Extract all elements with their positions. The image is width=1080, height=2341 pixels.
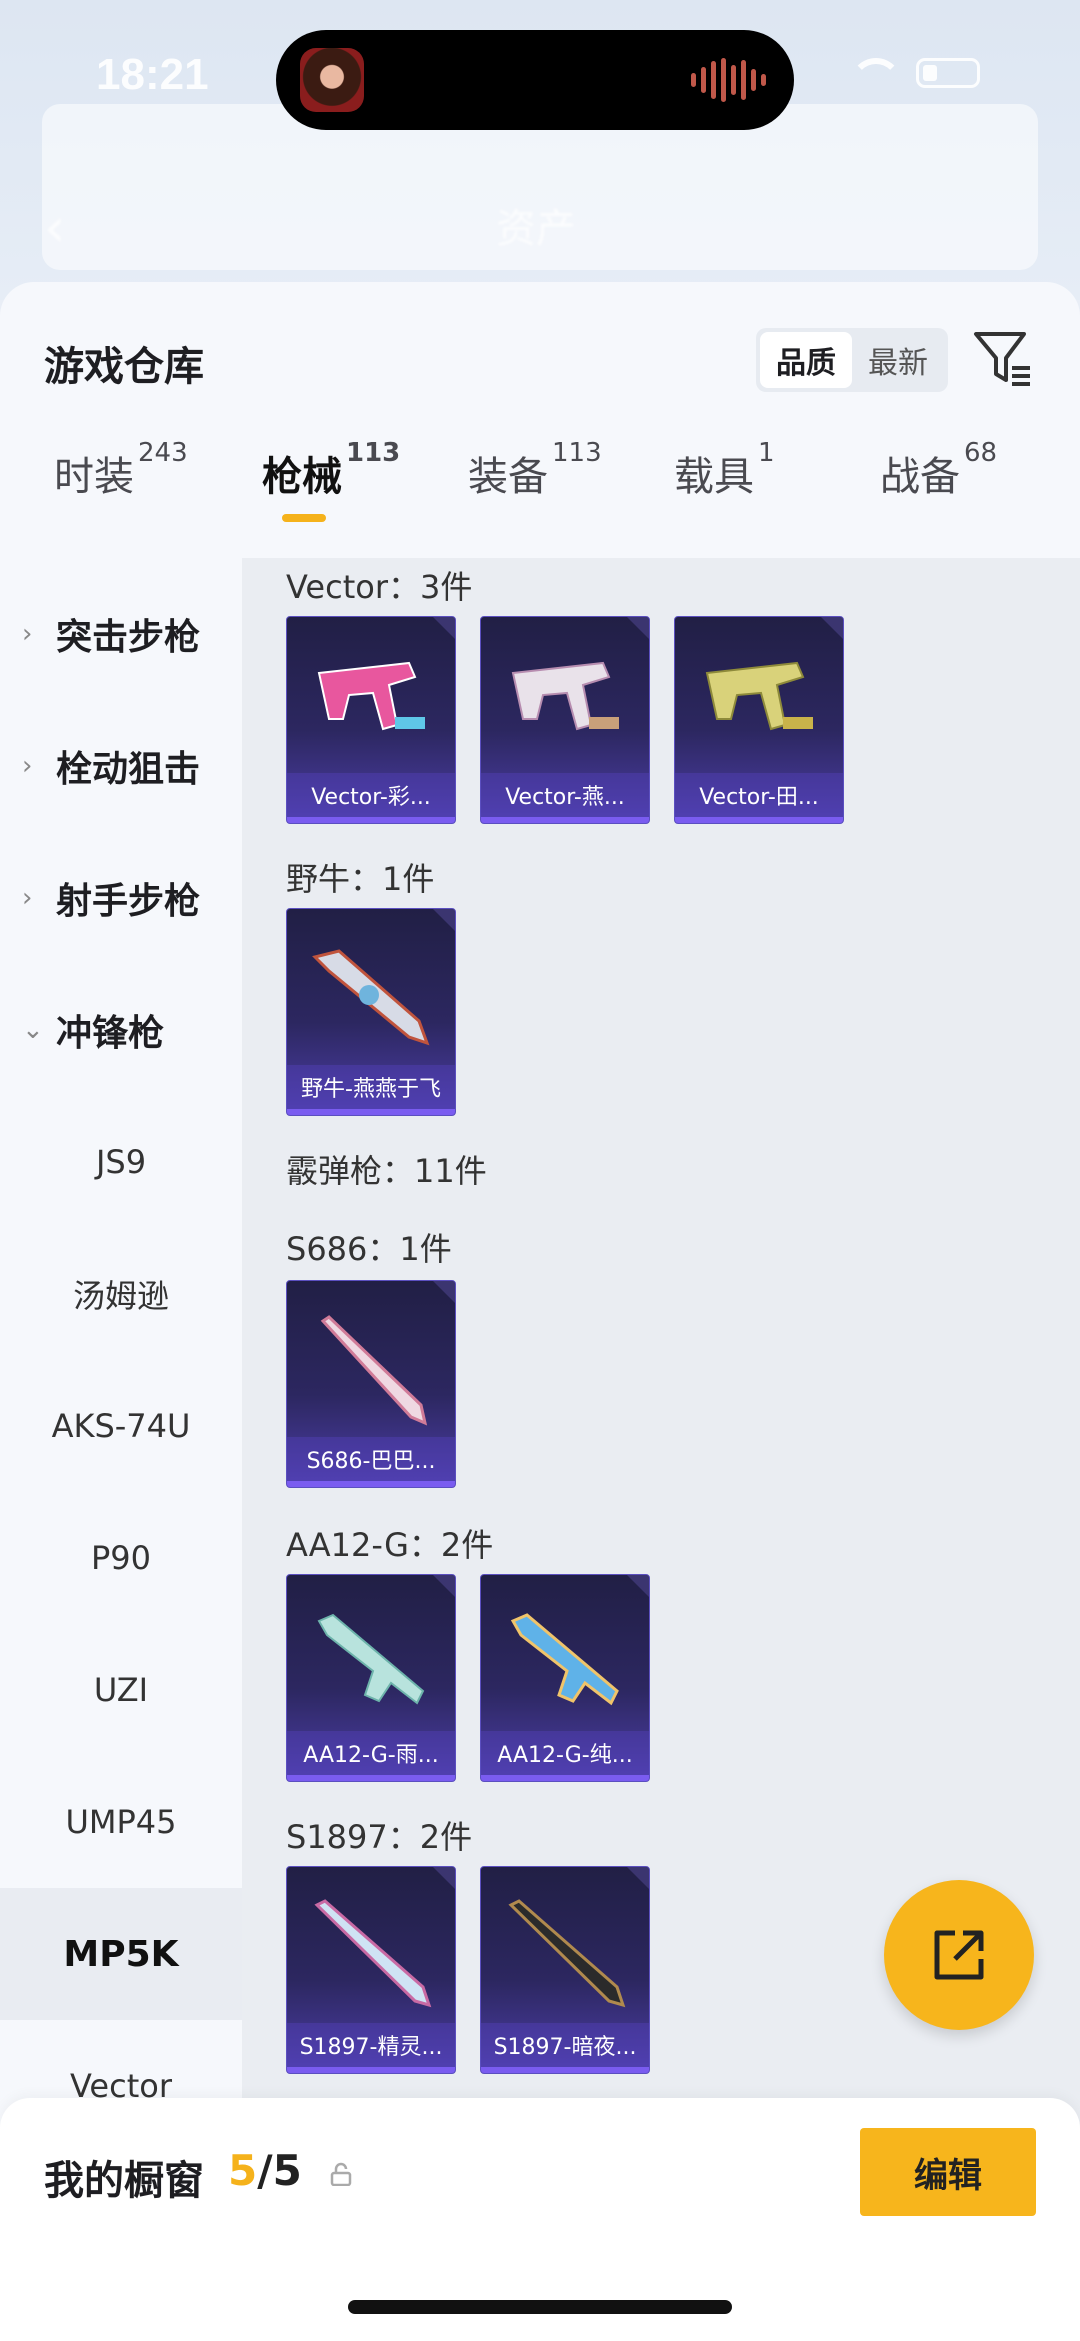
status-time: 18:21: [96, 50, 209, 99]
smg-skin-icon: [312, 949, 430, 1046]
sort-toggle: 品质 最新: [756, 328, 948, 392]
nav-marksman-rifle[interactable]: › 射手步枪: [0, 832, 242, 964]
skin-card[interactable]: AA12-G-纯...: [480, 1574, 650, 1782]
sort-quality[interactable]: 品质: [760, 332, 852, 388]
chevron-right-icon: ›: [22, 619, 33, 649]
nav-thompson[interactable]: 汤姆逊: [0, 1228, 242, 1360]
share-button[interactable]: [884, 1880, 1034, 2030]
home-indicator[interactable]: [348, 2300, 732, 2314]
chevron-right-icon: ›: [22, 751, 33, 781]
status-icons: [850, 58, 980, 88]
sort-latest[interactable]: 最新: [852, 332, 944, 388]
nav-ump45[interactable]: UMP45: [0, 1756, 242, 1888]
skin-card[interactable]: 野牛-燕燕于飞: [286, 908, 456, 1116]
tab-combat-gear[interactable]: 战备68: [880, 438, 997, 502]
tab-equipment[interactable]: 装备113: [468, 438, 602, 502]
chevron-down-icon: ⌄: [22, 1015, 44, 1045]
shotgun-skin-icon: [510, 1613, 619, 1706]
filter-icon[interactable]: [972, 328, 1034, 392]
section-title: Vector：3件: [286, 568, 473, 606]
nav-mp5k[interactable]: MP5K: [0, 1888, 242, 2020]
category-tabs: 时装243 枪械113 装备113 载具1 战备68: [0, 422, 1080, 522]
audio-wave-icon: [691, 58, 766, 102]
wifi-icon: [850, 58, 902, 88]
skin-card[interactable]: Vector-田...: [674, 616, 844, 824]
weapon-type-nav: › 突击步枪 › 栓动狙击 › 射手步枪 ⌄ 冲锋枪 JS9 汤姆逊 AKS-74U P…: [0, 558, 242, 2341]
skin-card[interactable]: S1897-暗夜...: [480, 1866, 650, 2074]
warehouse-sheet: 游戏仓库 品质 最新 时装243 枪械113 装备113 载具1 战备68 › 突…: [0, 282, 1080, 2341]
section-title: 霰弹枪：11件: [286, 1152, 487, 1190]
external-link-icon: [934, 1930, 984, 1980]
nav-smg[interactable]: ⌄ 冲锋枪: [0, 964, 242, 1096]
section-title: AA12-G：2件: [286, 1526, 494, 1564]
tab-fashion[interactable]: 时装243: [54, 438, 188, 502]
shotgun-skin-icon: [320, 1315, 428, 1426]
nav-assault-rifle[interactable]: › 突击步枪: [0, 568, 242, 700]
shotgun-skin-icon: [317, 1613, 425, 1705]
nav-aks74u[interactable]: AKS-74U: [0, 1360, 242, 1492]
dynamic-island: [276, 30, 794, 130]
nav-js9[interactable]: JS9: [0, 1096, 242, 1228]
back-arrow-icon: ‹: [44, 196, 66, 259]
sheet-title: 游戏仓库: [44, 344, 204, 390]
skin-card[interactable]: AA12-G-雨...: [286, 1574, 456, 1782]
chevron-right-icon: ›: [22, 883, 33, 913]
shotgun-skin-icon: [314, 1899, 432, 2008]
section-title: S1897：2件: [286, 1818, 473, 1856]
battery-icon: [916, 58, 980, 88]
smg-skin-icon: [511, 661, 619, 731]
showcase-count: 5/5: [228, 2146, 302, 2195]
tab-firearms[interactable]: 枪械113: [262, 438, 400, 502]
avatar: [300, 48, 364, 112]
showcase-label: 我的橱窗: [44, 2158, 204, 2204]
smg-skin-icon: [317, 661, 425, 731]
smg-skin-icon: [705, 661, 813, 731]
shotgun-skin-icon: [508, 1899, 626, 2008]
nav-uzi[interactable]: UZI: [0, 1624, 242, 1756]
skin-card[interactable]: S1897-精灵...: [286, 1866, 456, 2074]
nav-bolt-sniper[interactable]: › 栓动狙击: [0, 700, 242, 832]
skin-card[interactable]: S686-巴巴...: [286, 1280, 456, 1488]
unlock-icon: [330, 2162, 352, 2186]
background-page-title: 资产: [496, 206, 576, 252]
skin-card[interactable]: Vector-燕...: [480, 616, 650, 824]
section-title: S686：1件: [286, 1230, 452, 1268]
weapon-skin-list: Vector：3件 Vector-彩... Vector-燕... Vector…: [242, 558, 1080, 2341]
section-title: 野牛：1件: [286, 860, 435, 898]
active-tab-underline: [282, 514, 326, 522]
nav-p90[interactable]: P90: [0, 1492, 242, 1624]
skin-card[interactable]: Vector-彩...: [286, 616, 456, 824]
edit-button[interactable]: 编辑: [860, 2128, 1036, 2216]
tab-vehicles[interactable]: 载具1: [674, 438, 775, 502]
